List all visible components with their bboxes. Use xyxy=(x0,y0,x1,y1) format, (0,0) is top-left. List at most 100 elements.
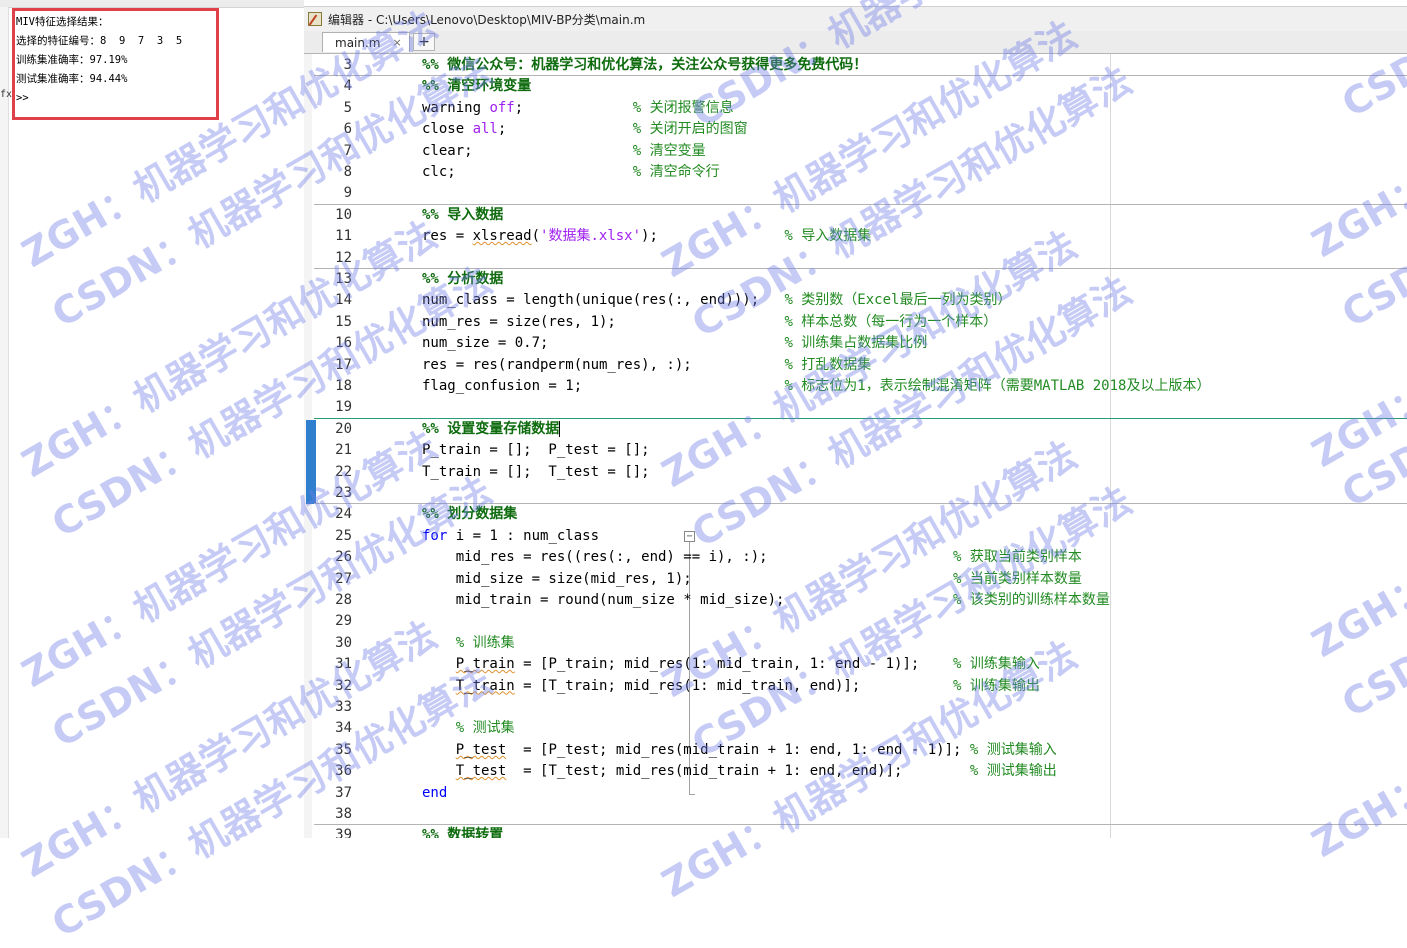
cell-title: %% 划分数据集 xyxy=(422,506,518,523)
code-line[interactable]: 18 flag_confusion = 1; % 标志位为1，表示绘制混淆矩阵（需… xyxy=(304,376,1407,397)
cell-title: %% 导入数据 xyxy=(422,206,504,223)
code-line[interactable]: 3 %% 微信公众号：机器学习和优化算法，关注公众号获得更多免费代码！ xyxy=(304,55,1407,76)
comment: % 关闭开启的图窗 xyxy=(632,121,748,138)
line-number: 13 xyxy=(335,271,352,287)
code-line[interactable]: 8 clc; % 清空命令行 xyxy=(304,162,1407,183)
code-line[interactable]: 37 end xyxy=(304,783,1407,804)
line-number: 10 xyxy=(335,206,352,223)
comment: % 训练集输出 xyxy=(953,677,1040,694)
code-line[interactable]: 31 P_train = [P_train; mid_res(1: mid_tr… xyxy=(304,654,1407,675)
code-line[interactable]: 10 %% 导入数据 xyxy=(304,205,1407,226)
code-line[interactable]: 13 %% 分析数据 xyxy=(304,269,1407,290)
code-line[interactable]: 28 mid_train = round(num_size * mid_size… xyxy=(304,590,1407,611)
code-token: clear; xyxy=(422,142,633,159)
code-line[interactable]: 21 P_train = []; P_test = []; xyxy=(304,440,1407,461)
command-window[interactable]: fx MIV特征选择结果： 选择的特征编号：8 9 7 3 5 训练集准确率：97.… xyxy=(0,0,305,838)
code-line[interactable]: 23 xyxy=(304,483,1407,504)
code-line[interactable]: 9 xyxy=(304,183,1407,204)
comment: % 训练集输入 xyxy=(953,656,1040,673)
line-number: 39 xyxy=(335,827,352,838)
comment: % 标志位为1，表示绘制混淆矩阵（需要MATLAB 2018及以上版本） xyxy=(784,378,1211,394)
editor-icon xyxy=(308,12,322,26)
code-text: %% 清空环境变量 xyxy=(422,76,531,97)
code-text: num_class = length(unique(res(:, end)));… xyxy=(422,290,1011,311)
code-line[interactable]: 30 % 训练集 xyxy=(304,633,1407,654)
code-token: P_train = []; P_test = []; xyxy=(422,442,650,459)
code-line[interactable]: 7 clear; % 清空变量 xyxy=(304,141,1407,162)
comment: % 类别数（Excel最后一列为类别） xyxy=(784,292,1012,309)
code-line[interactable]: 34 % 测试集 xyxy=(304,718,1407,739)
code-line[interactable]: 27 mid_size = size(mid_res, 1); % 当前类别样本… xyxy=(304,569,1407,590)
code-line[interactable]: 4 %% 清空环境变量 xyxy=(304,76,1407,97)
line-number: 7 xyxy=(343,142,352,159)
code-line[interactable]: 35 P_test = [P_test; mid_res(mid_train +… xyxy=(304,740,1407,761)
editor-title-bar[interactable]: 编辑器 - C:\Users\Lenovo\Desktop\MIV-BP分类\m… xyxy=(304,6,1407,32)
code-line[interactable]: 6 close all; % 关闭开启的图窗 xyxy=(304,119,1407,140)
comment: % 打乱数据集 xyxy=(784,356,872,373)
line-number: 3 xyxy=(343,57,352,73)
code-editor[interactable]: − 3%% 微信公众号：机器学习和优化算法，关注公众号获得更多免费代码！ 4%% … xyxy=(304,54,1407,838)
code-token: xlsread xyxy=(472,228,532,245)
code-token: num_size = 0.7; xyxy=(422,335,785,352)
comment: % 训练集占数据集比例 xyxy=(784,335,928,352)
command-window-toolbar xyxy=(0,0,304,8)
code-line[interactable]: 33 xyxy=(304,697,1407,718)
comment: % 导入数据集 xyxy=(784,228,872,245)
code-token: ; xyxy=(497,121,633,138)
comment: % 样本总数（每一行为一个样本） xyxy=(784,313,998,330)
line-number: 19 xyxy=(335,399,352,416)
fx-icon[interactable]: fx xyxy=(0,89,12,100)
code-text: % 测试集 xyxy=(422,718,515,739)
code-text: % 训练集 xyxy=(422,633,515,654)
close-icon[interactable]: × xyxy=(393,36,402,49)
tab-main-m[interactable]: main.m × xyxy=(322,32,410,52)
code-line[interactable]: 26 mid_res = res((res(:, end) == i), :);… xyxy=(304,547,1407,568)
code-line[interactable]: 36 T_test = [T_test; mid_res(mid_train +… xyxy=(304,761,1407,782)
code-line[interactable]: 24 %% 划分数据集 xyxy=(304,504,1407,525)
result-highlight-box xyxy=(12,8,219,120)
code-line[interactable]: 20 %% 设置变量存储数据 xyxy=(304,419,1407,440)
code-token: mid_res = res((res(:, end) == i), :); xyxy=(422,549,954,566)
line-number: 37 xyxy=(335,784,352,801)
code-token: flag_confusion = 1; xyxy=(422,378,785,394)
code-text: num_size = 0.7; % 训练集占数据集比例 xyxy=(422,333,927,354)
line-number: 23 xyxy=(335,485,352,501)
code-token: ; xyxy=(514,99,633,116)
editor-window[interactable]: 编辑器 - C:\Users\Lenovo\Desktop\MIV-BP分类\m… xyxy=(304,0,1407,838)
code-token: ); xyxy=(641,228,785,245)
code-token: P_test xyxy=(455,741,507,758)
code-line[interactable]: 22 T_train = []; T_test = []; xyxy=(304,462,1407,483)
code-line[interactable]: 15 num_res = size(res, 1); % 样本总数（每一行为一个样… xyxy=(304,312,1407,333)
code-line[interactable]: 14 num_class = length(unique(res(:, end))… xyxy=(304,290,1407,311)
line-number: 30 xyxy=(335,634,352,651)
code-line[interactable]: 29 xyxy=(304,611,1407,632)
code-line[interactable]: 16 num_size = 0.7; % 训练集占数据集比例 xyxy=(304,333,1407,354)
code-text: T_train = []; T_test = []; xyxy=(422,462,650,483)
line-number: 22 xyxy=(335,463,352,480)
cell-title: %% 数据转置 xyxy=(422,827,504,838)
code-line[interactable]: 38 xyxy=(304,804,1407,825)
code-text: end xyxy=(422,783,447,804)
code-line[interactable]: 5 warning off; % 关闭报警信息 xyxy=(304,98,1407,119)
tab-label: main.m xyxy=(335,35,381,50)
code-line[interactable]: 25 for i = 1 : num_class xyxy=(304,526,1407,547)
code-line[interactable]: 12 xyxy=(304,248,1407,269)
code-line[interactable]: 19 xyxy=(304,397,1407,418)
code-line[interactable]: 39 %% 数据转置 xyxy=(304,825,1407,838)
code-line[interactable]: 17 res = res(randperm(num_res), :); % 打乱数… xyxy=(304,355,1407,376)
line-number: 6 xyxy=(343,121,352,138)
add-tab-button[interactable]: + xyxy=(413,33,435,51)
line-number: 29 xyxy=(335,613,352,630)
code-text: num_res = size(res, 1); % 样本总数（每一行为一个样本） xyxy=(422,312,997,333)
code-token: = [P_test; mid_res(mid_train + 1: end, 1… xyxy=(506,741,970,758)
line-number: 20 xyxy=(335,420,352,437)
code-text: for i = 1 : num_class xyxy=(422,526,599,547)
line-number: 12 xyxy=(335,249,352,266)
line-number: 11 xyxy=(335,228,352,245)
comment: % 测试集输出 xyxy=(969,763,1057,780)
code-line[interactable]: 11 res = xlsread('数据集.xlsx'); % 导入数据集 xyxy=(304,226,1407,247)
code-line[interactable]: 32 T_train = [T_train; mid_res(1: mid_tr… xyxy=(304,676,1407,697)
comment: % 测试集输入 xyxy=(969,741,1057,758)
